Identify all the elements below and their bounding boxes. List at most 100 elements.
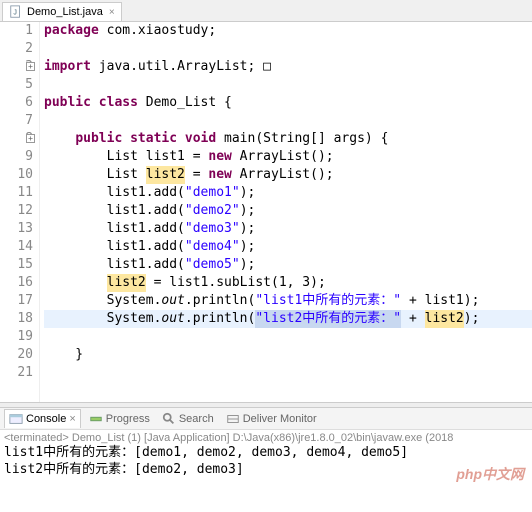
code-token: "demo4" <box>185 238 240 256</box>
line-number: 5 <box>0 76 33 94</box>
console-tab-label: Console <box>26 413 66 425</box>
code-token: + <box>401 310 424 328</box>
code-line[interactable]: list1.add("demo5"); <box>44 256 532 274</box>
code-token: ); <box>464 310 480 328</box>
editor-tab-bar: J Demo_List.java × <box>0 0 532 22</box>
line-number: 17 <box>0 292 33 310</box>
code-line[interactable]: List list2 = new ArrayList(); <box>44 166 532 184</box>
code-token: public static void <box>75 130 224 148</box>
code-line[interactable] <box>44 328 532 346</box>
code-line[interactable]: list1.add("demo3"); <box>44 220 532 238</box>
code-token: ); <box>240 256 256 274</box>
console-output-line: list2中所有的元素：[demo2, demo3] <box>4 461 528 478</box>
code-token: ); <box>240 202 256 220</box>
code-line[interactable] <box>44 40 532 58</box>
line-number: 12 <box>0 202 33 220</box>
close-icon[interactable]: × <box>69 413 75 425</box>
line-number: 11 <box>0 184 33 202</box>
code-token: list1.add( <box>44 220 185 238</box>
code-token <box>44 130 75 148</box>
console-tab-deliver-monitor[interactable]: Deliver Monitor <box>222 409 321 428</box>
fold-expand-icon[interactable]: + <box>26 134 35 143</box>
fold-expand-icon[interactable]: + <box>26 62 35 71</box>
code-line[interactable] <box>44 76 532 94</box>
console-tab-progress[interactable]: Progress <box>85 409 154 428</box>
code-line[interactable]: list1.add("demo2"); <box>44 202 532 220</box>
code-token: "demo1" <box>185 184 240 202</box>
line-number: 3+ <box>0 58 33 76</box>
code-token: ArrayList(); <box>232 166 334 184</box>
progress-icon <box>89 412 103 426</box>
code-token: ); <box>240 238 256 256</box>
code-token: list2 <box>146 166 185 184</box>
code-token: } <box>44 346 83 364</box>
code-line[interactable] <box>44 112 532 130</box>
code-token: new <box>208 148 231 166</box>
code-line[interactable]: public class Demo_List { <box>44 94 532 112</box>
line-number: 14 <box>0 238 33 256</box>
code-token: List list1 = <box>44 148 208 166</box>
console-tab-label: Progress <box>106 413 150 425</box>
editor-area[interactable]: 123+5678+9101112131415161718192021 packa… <box>0 22 532 402</box>
line-number: 2 <box>0 40 33 58</box>
code-token: package <box>44 22 107 40</box>
code-token: Demo_List { <box>146 94 232 112</box>
line-number: 9 <box>0 148 33 166</box>
code-token: □ <box>255 58 271 76</box>
search-icon <box>162 412 176 426</box>
console-output-line: list1中所有的元素：[demo1, demo2, demo3, demo4,… <box>4 444 528 461</box>
code-token: "list1中所有的元素：" <box>255 292 401 310</box>
code-token: list1.add( <box>44 238 185 256</box>
line-gutter: 123+5678+9101112131415161718192021 <box>0 22 40 402</box>
code-token: new <box>208 166 231 184</box>
code-token: System. <box>44 310 161 328</box>
code-token: "demo5" <box>185 256 240 274</box>
java-file-icon: J <box>9 5 23 19</box>
code-token: ArrayList(); <box>232 148 334 166</box>
console-tab-search[interactable]: Search <box>158 409 218 428</box>
close-icon[interactable]: × <box>109 7 115 18</box>
code-token: import <box>44 58 99 76</box>
line-number: 13 <box>0 220 33 238</box>
code-token: List <box>44 166 146 184</box>
line-number: 15 <box>0 256 33 274</box>
code-token <box>44 274 107 292</box>
code-line[interactable]: list2 = list1.subList(1, 3); <box>44 274 532 292</box>
code-token: main(String[] args) { <box>224 130 388 148</box>
console-tab-bar: Console × Progress SearchDeliver Monitor <box>0 408 532 430</box>
code-token: .println( <box>185 310 255 328</box>
line-number: 16 <box>0 274 33 292</box>
code-line[interactable]: public static void main(String[] args) { <box>44 130 532 148</box>
code-token: list1.add( <box>44 202 185 220</box>
code-token: list1.add( <box>44 256 185 274</box>
line-number: 18 <box>0 310 33 328</box>
code-line[interactable]: List list1 = new ArrayList(); <box>44 148 532 166</box>
line-number: 19 <box>0 328 33 346</box>
code-line[interactable]: list1.add("demo1"); <box>44 184 532 202</box>
editor-tab[interactable]: J Demo_List.java × <box>2 2 122 21</box>
code-token: System. <box>44 292 161 310</box>
line-number: 1 <box>0 22 33 40</box>
code-token: .println( <box>185 292 255 310</box>
code-token: = <box>185 166 208 184</box>
deliver-icon <box>226 412 240 426</box>
code-token: java.util.ArrayList; <box>99 58 256 76</box>
console-terminated-line: <terminated> Demo_List (1) [Java Applica… <box>4 432 528 444</box>
line-number: 21 <box>0 364 33 382</box>
console-tab-console[interactable]: Console × <box>4 409 81 428</box>
editor-tab-label: Demo_List.java <box>27 6 103 18</box>
code-token: "demo3" <box>185 220 240 238</box>
code-line[interactable]: System.out.println("list1中所有的元素：" + list… <box>44 292 532 310</box>
code-line[interactable]: package com.xiaostudy; <box>44 22 532 40</box>
line-number: 10 <box>0 166 33 184</box>
code-token: "demo2" <box>185 202 240 220</box>
console-icon <box>9 412 23 426</box>
code-content[interactable]: package com.xiaostudy; import java.util.A… <box>40 22 532 402</box>
code-line[interactable]: list1.add("demo4"); <box>44 238 532 256</box>
code-line[interactable]: import java.util.ArrayList; □ <box>44 58 532 76</box>
code-line[interactable]: System.out.println("list2中所有的元素：" + list… <box>44 310 532 328</box>
code-line[interactable] <box>44 364 532 382</box>
code-token: = list1.subList(1, 3); <box>146 274 326 292</box>
code-line[interactable]: } <box>44 346 532 364</box>
code-token: ); <box>240 184 256 202</box>
